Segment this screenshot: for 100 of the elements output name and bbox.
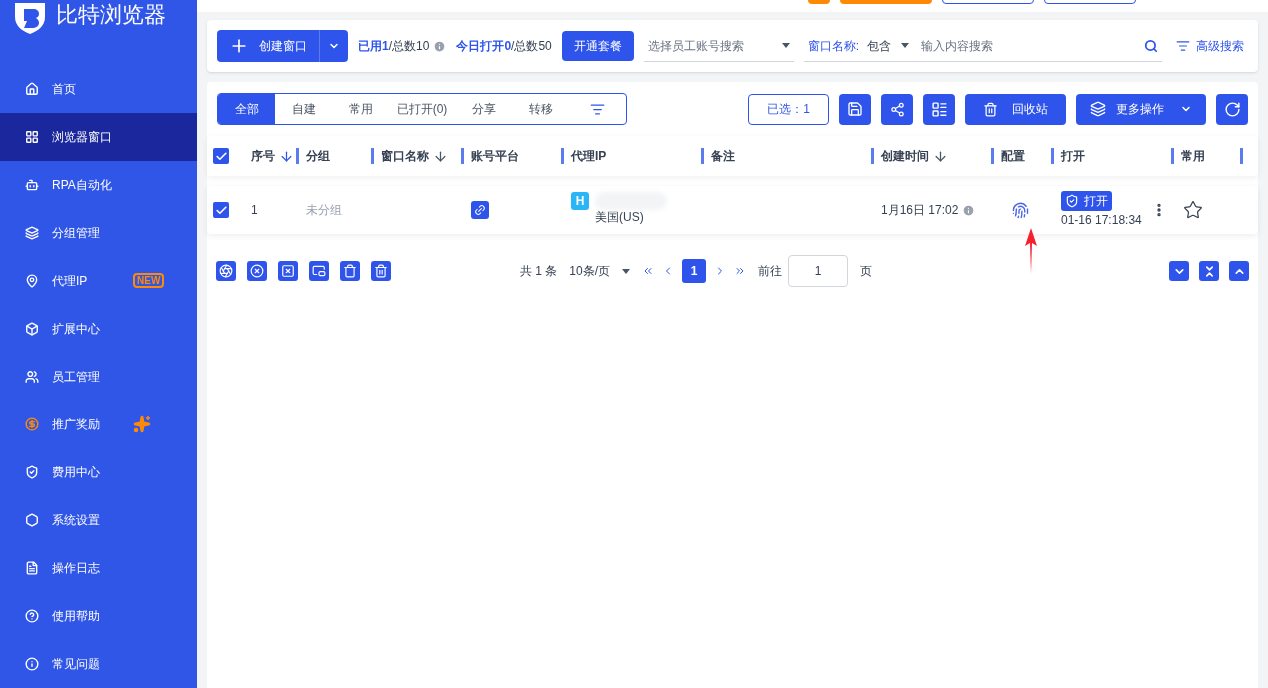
batch-action-icon [281,264,295,278]
open-browser-button[interactable]: 打开 [1061,191,1112,211]
link-icon[interactable] [471,201,489,219]
goto-page-field[interactable]: 1 [788,255,849,287]
sidebar-item[interactable]: 浏览器窗口 [0,112,197,161]
sidebar-item[interactable]: 扩展中心 [0,304,197,353]
sidebar-item[interactable]: 常见问题 [0,640,197,688]
sidebar-item-label: 浏览器窗口 [52,128,112,145]
refresh-button[interactable] [1216,93,1248,125]
shield-icon [1065,194,1079,208]
list-view-button[interactable] [923,93,955,125]
info-icon[interactable] [433,39,447,53]
column-header: 代理IP [571,148,607,165]
goto-label: 前往 [758,263,783,280]
batch-action-icon [343,264,357,278]
sidebar-item-label: 常见问题 [52,656,101,673]
save-icon [847,101,863,117]
sidebar-item[interactable]: 操作日志 [0,544,197,593]
match-mode-select[interactable]: 包含 [867,36,910,55]
sidebar-item-icon [25,273,39,288]
sort-arrow-icon[interactable] [933,148,948,164]
sort-arrow-icon[interactable] [433,148,448,164]
staff-select[interactable]: 选择员工账号搜索 [643,30,794,62]
selected-count-button[interactable]: 已选：1 [748,93,829,125]
sidebar-item[interactable]: 分组管理 [0,208,197,257]
sidebar-item-icon [25,369,39,384]
batch-action-button[interactable] [216,261,236,281]
app-name: 比特浏览器 [56,1,166,29]
page-size-select[interactable]: 10条/页 [569,262,631,280]
save-button[interactable] [839,93,871,125]
checkbox[interactable] [213,202,229,218]
filter-tab[interactable]: 已打开(0) [389,94,455,124]
sort-list-icon[interactable] [590,101,605,117]
table-cell-text: 1 [251,202,259,219]
caret-icon [781,43,790,48]
search-field[interactable]: 输入内容搜索 [921,36,1144,55]
sort-arrow-icon[interactable] [279,148,294,164]
sidebar-item-icon [25,321,39,336]
first-page-icon[interactable] [642,265,655,277]
column-header: 创建时间 [881,148,929,165]
opened-time: 01-16 17:18:34 [1061,212,1142,229]
column-header: 备注 [711,148,735,165]
refresh-icon [1223,100,1241,118]
page-number[interactable]: 1 [682,259,707,283]
batch-action-icon [374,264,388,278]
sidebar-item-label: 员工管理 [52,368,101,385]
advanced-search-link[interactable]: 高级搜索 [1176,37,1244,55]
batch-action-button[interactable] [340,261,360,281]
search-icon[interactable] [1144,38,1158,53]
trash-icon [983,101,998,117]
info-icon[interactable] [962,203,976,217]
column-header: 配置 [1001,148,1025,165]
sidebar-item[interactable]: 系统设置 [0,496,197,545]
scroll-up-button[interactable] [1229,261,1249,281]
sidebar-item[interactable]: 使用帮助 [0,592,197,641]
recycle-bin-button[interactable]: 回收站 [965,93,1066,125]
new-badge: NEW [133,273,165,289]
expand-down-button[interactable] [1169,261,1189,281]
filter-tab[interactable]: 自建 [275,94,332,124]
fingerprint-icon[interactable] [1011,201,1029,219]
batch-action-button[interactable] [247,261,267,281]
more-actions-button[interactable]: 更多操作 [1076,93,1206,125]
sidebar-item-label: 分组管理 [52,224,101,241]
package-button[interactable]: 开通套餐 [561,31,634,61]
sidebar-item[interactable]: 员工管理 [0,352,197,401]
sidebar-item-label: 扩展中心 [52,320,101,337]
sidebar-item-label: RPA自动化 [52,176,112,193]
favorite-star-icon[interactable] [1183,200,1203,220]
sidebar-item-icon [25,81,39,96]
sidebar-item-icon [25,177,39,192]
batch-action-icon [250,264,264,278]
layers-icon [1090,101,1106,117]
sidebar-item[interactable]: RPA自动化 [0,160,197,209]
filter-icon [1176,39,1190,53]
sidebar-item[interactable]: 费用中心 [0,448,197,497]
sparkle-icon [133,415,151,434]
create-window-button[interactable]: 创建窗口 [217,30,348,62]
filter-tab[interactable]: 分享 [455,94,512,124]
sidebar-item-label: 推广奖励 [52,416,101,433]
table-row[interactable]: 1 未分组 H 美国(US) 1月16日 17:02 打开 01-16 17:18:34 [207,186,1258,234]
column-header: 账号平台 [471,148,519,165]
collapse-button[interactable] [1199,261,1219,281]
sidebar-item-label: 系统设置 [52,512,101,529]
batch-action-button[interactable] [371,261,391,281]
checkbox[interactable] [213,148,229,164]
sidebar-item[interactable]: 推广奖励 [0,400,197,449]
batch-action-icon [219,264,233,278]
batch-action-button[interactable] [278,261,298,281]
sidebar-item[interactable]: 代理IP NEW [0,256,197,305]
sidebar-item-icon [25,225,39,240]
share-button[interactable] [881,93,913,125]
filter-tab[interactable]: 常用 [332,94,389,124]
sidebar-item-label: 使用帮助 [52,608,101,625]
sidebar-item[interactable]: 首页 [0,64,197,113]
filter-tab[interactable]: 转移 [512,94,569,124]
sidebar-item-icon [25,129,39,144]
sidebar-item-icon [25,465,39,480]
filter-tab[interactable]: 全部 [218,94,275,124]
total-count: 共 1 条 [520,263,558,280]
batch-action-button[interactable] [309,261,329,281]
